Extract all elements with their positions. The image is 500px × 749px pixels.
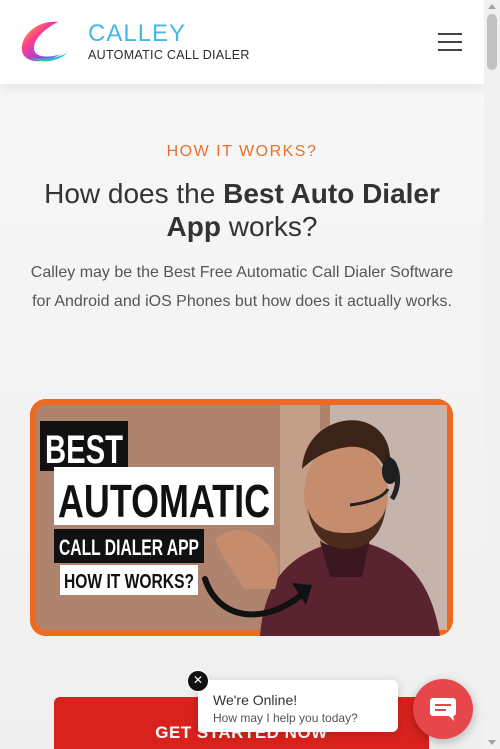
video-text-best: BEST [45, 428, 123, 472]
video-thumbnail[interactable]: BEST AUTOMATIC CALL DIALER APP HOW IT WO… [30, 399, 453, 636]
calley-logo-icon[interactable] [18, 18, 70, 66]
hamburger-menu-icon[interactable] [438, 33, 462, 51]
video-thumbnail-art: BEST AUTOMATIC CALL DIALER APP HOW IT WO… [30, 399, 453, 636]
section-heading: How does the Best Auto Dialer App works? [44, 178, 440, 242]
scroll-down-icon[interactable] [488, 740, 496, 745]
close-icon[interactable]: ✕ [187, 670, 209, 692]
chat-subtitle: How may I help you today? [213, 711, 358, 725]
chat-greeting-bubble[interactable]: We're Online! How may I help you today? [198, 680, 398, 732]
page: CALLEY AUTOMATIC CALL DIALER HOW IT WORK… [0, 0, 484, 749]
video-text-call-dialer: CALL DIALER APP [59, 535, 199, 560]
brand-name[interactable]: CALLEY [88, 20, 186, 48]
chat-launcher-button[interactable] [413, 679, 473, 739]
video-text-how: HOW IT WORKS? [64, 571, 194, 593]
section-eyebrow: HOW IT WORKS? [166, 143, 318, 160]
chat-title: We're Online! [213, 692, 298, 708]
scrollbar[interactable] [484, 0, 500, 749]
brand-tagline: AUTOMATIC CALL DIALER [88, 48, 250, 62]
video-text-automatic: AUTOMATIC [58, 475, 270, 527]
chat-icon [430, 698, 456, 721]
scrollbar-thumb[interactable] [487, 14, 497, 70]
section-description: Calley may be the Best Free Automatic Ca… [30, 264, 454, 310]
site-header: CALLEY AUTOMATIC CALL DIALER [0, 0, 484, 84]
scroll-up-icon[interactable] [488, 4, 496, 9]
